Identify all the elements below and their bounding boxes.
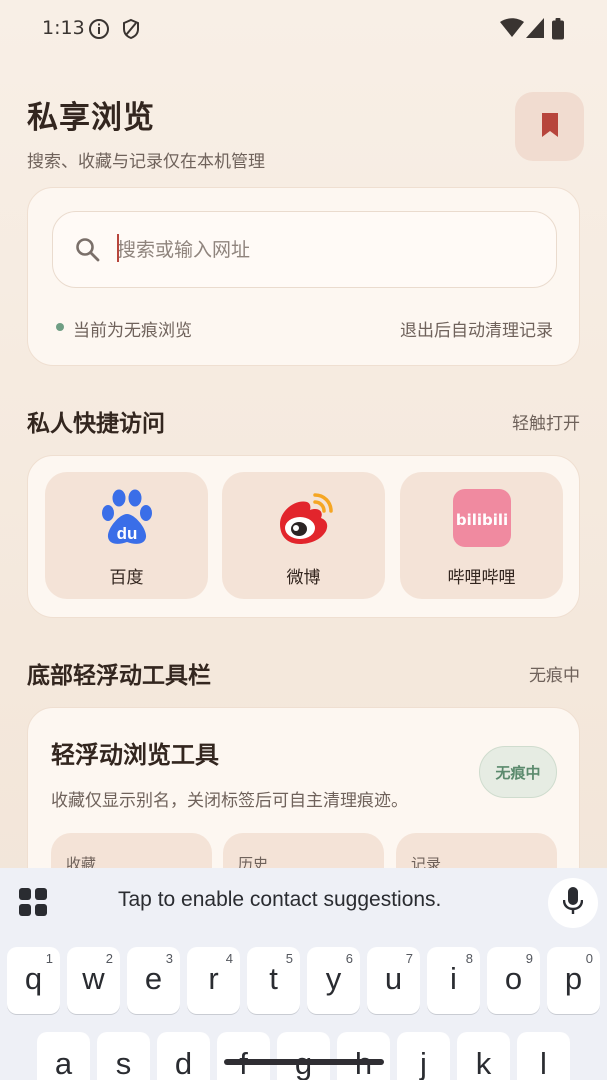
quick-tile-baidu[interactable]: du 百度 <box>45 472 208 599</box>
keyboard: Tap to enable contact suggestions. 1q 2w… <box>0 868 607 1080</box>
suggestion-bar: Tap to enable contact suggestions. <box>0 868 607 936</box>
status-bar: 1:13 <box>0 0 607 60</box>
svg-text:du: du <box>116 524 137 543</box>
toolbar-card-description: 收藏仅显示别名，关闭标签后可自主清理痕迹。 <box>51 791 408 811</box>
shield-icon <box>120 18 142 44</box>
quick-access-title: 私人快捷访问 <box>27 411 165 437</box>
bilibili-logo-icon: bilibili <box>452 488 512 548</box>
search-box[interactable] <box>52 211 557 288</box>
baidu-logo-icon: du <box>97 488 157 548</box>
contact-suggestions-prompt[interactable]: Tap to enable contact suggestions. <box>118 888 441 912</box>
page-title: 私享浏览 <box>27 100 155 136</box>
key-i[interactable]: 8i <box>427 947 480 1014</box>
key-t[interactable]: 5t <box>247 947 300 1014</box>
key-k[interactable]: k <box>457 1032 510 1080</box>
microphone-icon <box>562 887 584 919</box>
key-y[interactable]: 6y <box>307 947 360 1014</box>
cell-signal-icon <box>526 18 544 42</box>
page-subtitle: 搜索、收藏与记录仅在本机管理 <box>27 152 265 172</box>
incognito-status-text: 当前为无痕浏览 <box>73 321 192 341</box>
quick-access-hint: 轻触打开 <box>512 414 580 434</box>
auto-clear-note: 退出后自动清理记录 <box>400 321 553 341</box>
search-icon <box>75 237 101 267</box>
key-q[interactable]: 1q <box>7 947 60 1014</box>
key-f[interactable]: f <box>217 1032 270 1080</box>
weibo-logo-icon <box>274 488 334 548</box>
toolbar-section-title: 底部轻浮动工具栏 <box>27 663 211 689</box>
key-o[interactable]: 9o <box>487 947 540 1014</box>
quick-access-card: du 百度 微博 bilibili 哔哩哔哩 <box>27 455 580 618</box>
toolbar-section-status: 无痕中 <box>529 666 580 686</box>
info-icon <box>88 18 110 44</box>
voice-input-button[interactable] <box>548 878 598 928</box>
key-r[interactable]: 4r <box>187 947 240 1014</box>
quick-tile-label: 百度 <box>109 568 144 588</box>
key-h[interactable]: h <box>337 1032 390 1080</box>
bookmark-button[interactable] <box>515 92 584 161</box>
quick-tile-label: 哔哩哔哩 <box>447 568 516 588</box>
status-time: 1:13 <box>42 17 85 39</box>
key-w[interactable]: 2w <box>67 947 120 1014</box>
incognito-badge[interactable]: 无痕中 <box>479 746 557 798</box>
key-j[interactable]: j <box>397 1032 450 1080</box>
key-d[interactable]: d <box>157 1032 210 1080</box>
bookmark-icon <box>540 112 560 142</box>
quick-tile-label: 微博 <box>286 568 321 588</box>
apps-grid-icon[interactable] <box>19 888 47 920</box>
key-a[interactable]: a <box>37 1032 90 1080</box>
bilibili-logo-text: bilibili <box>455 511 507 529</box>
battery-icon <box>552 18 564 44</box>
toolbar-card-title: 轻浮动浏览工具 <box>51 741 219 769</box>
incognito-status-dot <box>56 323 64 331</box>
key-u[interactable]: 7u <box>367 947 420 1014</box>
search-input[interactable] <box>117 234 517 266</box>
wifi-icon <box>500 18 524 42</box>
quick-tile-bilibili[interactable]: bilibili 哔哩哔哩 <box>400 472 563 599</box>
quick-tile-weibo[interactable]: 微博 <box>222 472 385 599</box>
key-p[interactable]: 0p <box>547 947 600 1014</box>
key-s[interactable]: s <box>97 1032 150 1080</box>
key-l[interactable]: l <box>517 1032 570 1080</box>
key-e[interactable]: 3e <box>127 947 180 1014</box>
gesture-navigation-bar[interactable] <box>224 1059 384 1065</box>
text-cursor <box>117 234 119 262</box>
key-g[interactable]: g <box>277 1032 330 1080</box>
search-card: 当前为无痕浏览 退出后自动清理记录 <box>27 187 580 366</box>
